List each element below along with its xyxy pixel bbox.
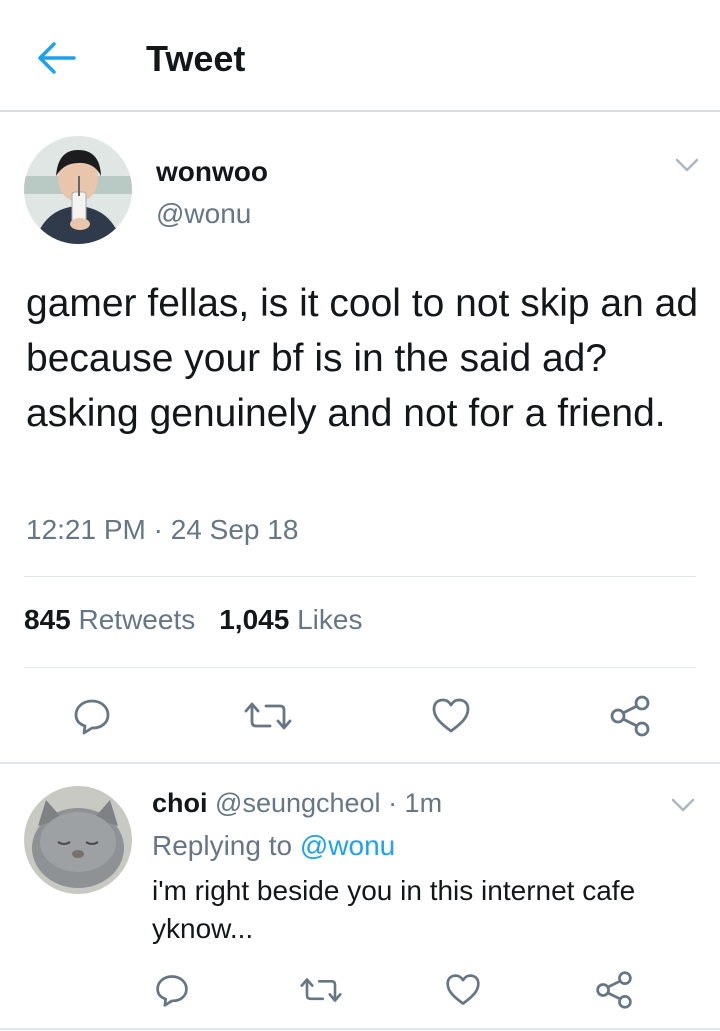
replying-prefix: Replying to <box>152 830 300 861</box>
replying-to: Replying to @wonu <box>152 830 395 862</box>
retweets-count: 845 <box>24 604 71 635</box>
reply-header: choi @seungcheol · 1m <box>152 788 442 819</box>
top-bar: Tweet <box>0 0 720 112</box>
heart-icon <box>432 698 470 733</box>
reply-share-button[interactable] <box>594 970 634 1015</box>
heart-icon <box>446 974 480 1005</box>
divider <box>24 576 696 577</box>
likes-label: Likes <box>297 604 363 635</box>
mention-link[interactable]: @wonu <box>300 830 395 861</box>
author-handle[interactable]: @wonu <box>156 198 251 230</box>
likes-count: 1,045 <box>219 604 290 635</box>
back-button[interactable] <box>34 38 78 78</box>
chevron-down-icon <box>671 798 695 812</box>
retweet-button[interactable] <box>244 696 292 741</box>
share-icon <box>610 695 650 737</box>
tweet-actions <box>0 684 720 744</box>
tweet-stats: 845 Retweets 1,045 Likes <box>24 604 362 636</box>
reply-time: · 1m <box>380 788 443 818</box>
tweet-menu-button[interactable] <box>674 156 700 174</box>
share-icon <box>596 971 632 1009</box>
retweet-icon <box>244 702 292 730</box>
like-button[interactable] <box>430 696 472 741</box>
retweets-label: Retweets <box>78 604 196 635</box>
reply-retweet-button[interactable] <box>300 972 342 1013</box>
main-tweet: wonwoo @wonu gamer fellas, is it cool to… <box>0 114 720 764</box>
divider <box>24 667 696 668</box>
reply-reply-button[interactable] <box>154 972 190 1013</box>
reply-actions <box>0 966 720 1016</box>
divider <box>0 1028 720 1030</box>
author-name[interactable]: wonwoo <box>156 156 268 188</box>
reply-tweet[interactable]: choi @seungcheol · 1m Replying to @wonu … <box>0 766 720 1031</box>
reply-author-handle[interactable]: @seungcheol <box>215 788 381 818</box>
avatar[interactable] <box>24 136 132 244</box>
page-title: Tweet <box>146 38 246 79</box>
reply-text: i'm right beside you in this internet ca… <box>152 875 636 944</box>
reply-button[interactable] <box>72 696 112 741</box>
tweet-timestamp: 12:21 PM · 24 Sep 18 <box>26 514 299 545</box>
likes-stat[interactable]: 1,045 Likes <box>219 604 362 635</box>
reply-menu-button[interactable] <box>670 796 696 814</box>
reply-icon <box>156 975 188 1007</box>
retweet-icon <box>300 978 342 1002</box>
reply-like-button[interactable] <box>444 972 482 1013</box>
reply-avatar[interactable] <box>24 786 132 894</box>
arrow-left-icon <box>38 42 76 74</box>
tweet-text: gamer fellas, is it cool to not skip an … <box>26 282 699 435</box>
reply-author-name[interactable]: choi <box>152 788 208 818</box>
share-button[interactable] <box>608 694 652 743</box>
retweets-stat[interactable]: 845 Retweets <box>24 604 195 635</box>
chevron-down-icon <box>675 158 699 172</box>
reply-icon <box>74 699 110 735</box>
